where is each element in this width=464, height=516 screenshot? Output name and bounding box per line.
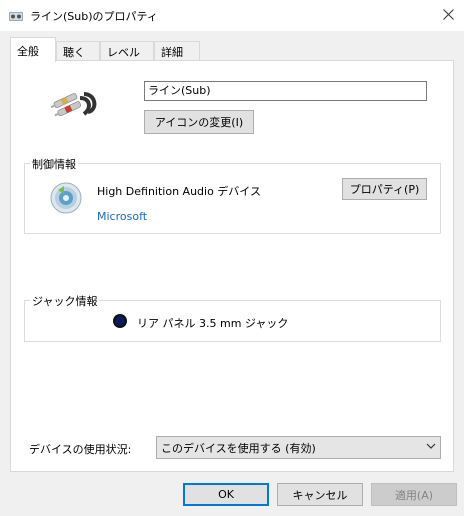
- device-usage-label: デバイスの使用状況:: [29, 443, 132, 456]
- tab-general[interactable]: 全般: [10, 37, 56, 62]
- window-title: ライン(Sub)のプロパティ: [30, 10, 158, 23]
- cancel-button[interactable]: キャンセル: [277, 483, 363, 506]
- jack-color-indicator: [112, 313, 128, 329]
- rca-cable-icon: [50, 84, 100, 124]
- device-usage-select[interactable]: このデバイスを使用する (有効): [156, 436, 441, 459]
- device-usage-value: このデバイスを使用する (有効): [161, 442, 316, 455]
- jack-info-label: ジャック情報: [30, 293, 100, 309]
- close-icon: [442, 8, 454, 23]
- change-icon-button[interactable]: アイコンの変更(I): [144, 110, 254, 134]
- tab-listen[interactable]: 聴く: [56, 41, 100, 60]
- speaker-icon: [8, 8, 24, 24]
- close-button[interactable]: [432, 0, 464, 31]
- title-bar: ライン(Sub)のプロパティ: [0, 0, 464, 31]
- ok-button[interactable]: OK: [183, 483, 269, 506]
- vendor-link[interactable]: Microsoft: [97, 210, 147, 223]
- speaker-cd-icon: [48, 180, 84, 216]
- controller-name: High Definition Audio デバイス: [97, 185, 261, 198]
- controller-info-label: 制御情報: [30, 156, 78, 172]
- properties-button[interactable]: プロパティ(P): [342, 178, 427, 200]
- tab-levels[interactable]: レベル: [100, 41, 154, 60]
- apply-button[interactable]: 適用(A): [371, 483, 457, 506]
- chevron-down-icon: [426, 441, 436, 454]
- jack-description: リア パネル 3.5 mm ジャック: [137, 317, 289, 330]
- device-name-input[interactable]: ライン(Sub): [144, 81, 427, 101]
- tab-advanced[interactable]: 詳細: [154, 41, 200, 60]
